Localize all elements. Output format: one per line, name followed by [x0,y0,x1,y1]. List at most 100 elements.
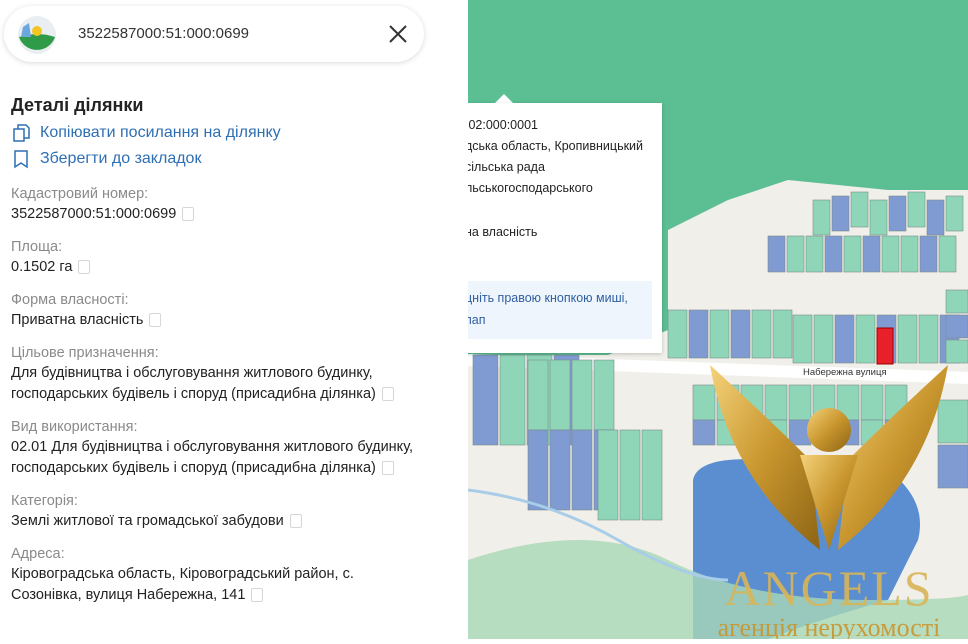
parcel[interactable] [834,314,855,364]
copy-icon[interactable] [251,588,264,603]
parcel[interactable] [919,235,938,273]
parcel[interactable] [945,289,968,314]
parcel[interactable] [549,429,571,511]
parcel[interactable] [938,235,957,273]
parcel[interactable] [499,354,526,446]
parcel[interactable] [788,384,812,421]
parcel[interactable] [730,309,751,359]
parcel[interactable] [836,384,860,421]
parcel[interactable] [688,309,709,359]
parcel[interactable] [843,235,862,273]
parcel[interactable] [888,195,907,232]
parcel[interactable] [945,339,968,364]
parcel[interactable] [571,429,593,511]
field-value: господарських будівель і споруд (присади… [11,384,461,405]
copy-icon[interactable] [182,207,195,222]
parcel[interactable] [897,314,918,364]
copy-icon[interactable] [149,313,162,328]
field-value: Кіровоградська область, Кіровоградський … [11,564,461,585]
parcel[interactable] [786,235,805,273]
parcel[interactable] [860,384,884,421]
parcel[interactable] [597,429,619,521]
parcel[interactable] [549,359,571,431]
parcel[interactable] [692,419,716,446]
parcel[interactable] [812,384,836,421]
parcel[interactable] [709,309,730,359]
parcel[interactable] [907,191,926,228]
field-label: Адреса: [11,546,65,562]
search-bar [4,6,424,62]
parcel[interactable] [824,235,843,273]
parcel[interactable] [527,359,549,431]
popup-hint: цніть правою кнопкою миші, пап [460,281,652,339]
parcel[interactable] [619,429,641,521]
detail-field: Форма власності: Приватна власність [11,290,461,331]
field-value: Приватна власність [11,310,461,331]
field-value-text: 02.01 Для будівництва і обслуговування ж… [11,439,414,455]
popup-line: на власність [465,225,538,239]
parcel[interactable] [862,235,881,273]
parcel[interactable] [641,429,663,521]
detail-field: Площа: 0.1502 га [11,237,461,278]
parcel[interactable] [716,384,740,421]
parcel[interactable] [831,195,850,232]
search-input[interactable] [76,24,370,43]
parcel[interactable] [740,419,764,446]
parcel[interactable] [751,309,772,359]
parcel[interactable] [767,235,786,273]
parcel[interactable] [772,309,793,359]
parcel[interactable] [812,199,831,236]
parcel[interactable] [860,419,884,446]
parcel[interactable] [764,384,788,421]
parcel[interactable] [788,419,812,446]
parcel[interactable] [869,199,888,236]
parcel[interactable] [918,314,939,364]
parcel[interactable] [667,309,688,359]
popup-line: :02:000:0001 [465,118,538,132]
parcel[interactable] [937,399,968,444]
parcel[interactable] [527,429,549,511]
parcel[interactable] [764,419,788,446]
parcel[interactable] [692,384,716,421]
field-label: Площа: [11,239,63,255]
copy-icon[interactable] [78,260,91,275]
parcel-details: Деталі ділянки Копіювати посилання на ді… [11,95,461,606]
copy-link-label: Копіювати посилання на ділянку [40,124,281,141]
parcel[interactable] [855,314,876,364]
parcel[interactable] [740,384,764,421]
field-label: Форма власності: [11,292,129,308]
copy-icon[interactable] [289,514,302,529]
parcel[interactable] [884,384,908,421]
parcel[interactable] [850,191,869,228]
field-value-text: Для будівництва і обслуговування житлово… [11,365,373,381]
field-value: Созонівка, вулиця Набережна, 141 [11,585,461,606]
copy-icon [13,124,30,142]
copy-link-button[interactable]: Копіювати посилання на ділянку [11,120,461,146]
parcel[interactable] [792,314,813,364]
parcel[interactable] [900,235,919,273]
popup-line: сільська рада [465,160,545,174]
copy-icon[interactable] [381,461,394,476]
popup-line: дська область, Кропивницький [465,139,644,153]
parcel[interactable] [926,199,945,236]
parcel[interactable] [812,419,836,446]
parcel[interactable] [937,444,968,489]
copy-icon[interactable] [381,387,394,402]
parcel[interactable] [716,419,740,446]
parcel[interactable] [884,419,908,446]
parcel[interactable] [945,314,968,339]
parcel[interactable] [881,235,900,273]
parcel[interactable] [945,195,964,232]
parcel[interactable] [836,419,860,446]
parcel[interactable] [593,359,615,431]
selected-parcel[interactable] [876,327,894,365]
field-value-text: 3522587000:51:000:0699 [11,206,177,222]
field-value: Землі житлової та громадської забудови [11,511,461,532]
close-icon[interactable] [384,20,412,48]
parcel[interactable] [472,354,499,446]
parcel[interactable] [805,235,824,273]
parcel[interactable] [813,314,834,364]
bookmark-button[interactable]: Зберегти до закладок [11,146,461,172]
field-value-text: Созонівка, вулиця Набережна, 141 [11,587,246,603]
parcel[interactable] [571,359,593,431]
